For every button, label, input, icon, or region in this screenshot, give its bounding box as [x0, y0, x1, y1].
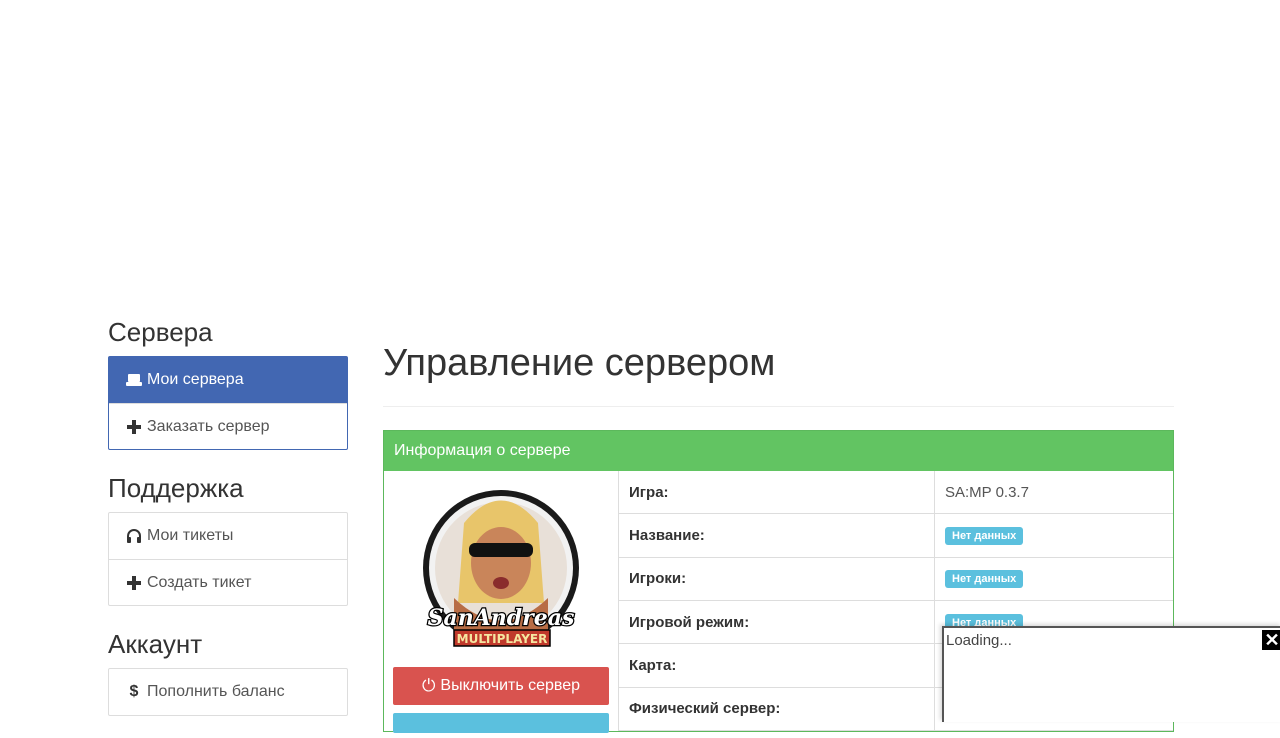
sidebar: Сервера Мои сервера Заказать сервер Подд… — [108, 316, 348, 738]
sidebar-item-order-server[interactable]: Заказать сервер — [109, 403, 347, 449]
svg-text:SanAndreas: SanAndreas — [428, 605, 575, 631]
sidebar-item-create-ticket[interactable]: Создать тикет — [109, 559, 347, 605]
row-label: Игра: — [619, 471, 935, 515]
sidebar-item-my-tickets[interactable]: Мои тикеты — [109, 513, 347, 559]
status-badge: Нет данных — [945, 570, 1024, 589]
loading-text: Loading... — [946, 632, 1012, 649]
section-title-account: Аккаунт — [108, 629, 203, 659]
sidebar-item-label: Мои тикеты — [147, 527, 234, 544]
server-logo-column: SanAndreas MULTIPLAYER ⏻ Выключить серве… — [384, 471, 619, 733]
panel-heading: Информация о сервере — [384, 431, 1173, 471]
support-menu: Мои тикеты Создать тикет — [108, 512, 348, 606]
account-menu: $ Пополнить баланс — [108, 668, 348, 716]
headphones-icon — [126, 528, 142, 544]
sidebar-item-label: Пополнить баланс — [147, 683, 285, 700]
section-title-servers: Сервера — [108, 317, 213, 347]
stop-server-button[interactable]: ⏻ Выключить сервер — [393, 667, 609, 705]
row-label: Игровой режим: — [619, 600, 935, 645]
sidebar-item-label: Заказать сервер — [147, 417, 270, 435]
svg-text:MULTIPLAYER: MULTIPLAYER — [457, 632, 548, 646]
dollar-icon: $ — [129, 683, 139, 700]
section-title-support: Поддержка — [108, 473, 244, 503]
status-badge: Нет данных — [945, 526, 1024, 545]
close-icon[interactable]: ✕ — [1262, 630, 1280, 650]
row-value: Нет данных — [934, 513, 1173, 558]
row-label: Карта: — [619, 643, 935, 688]
table-row: Игра: SA:MP 0.3.7 — [619, 471, 1173, 515]
sidebar-item-my-servers[interactable]: Мои сервера — [109, 357, 347, 403]
power-icon: ⏻ — [421, 676, 436, 695]
plus-icon — [126, 419, 142, 434]
secondary-action-button[interactable] — [393, 713, 609, 733]
sidebar-item-top-up-balance[interactable]: $ Пополнить баланс — [109, 669, 347, 715]
row-value: SA:MP 0.3.7 — [934, 471, 1173, 515]
table-row: Название: Нет данных — [619, 513, 1173, 558]
sidebar-item-label: Создать тикет — [147, 573, 252, 591]
row-label: Название: — [619, 513, 935, 558]
page-title: Управление сервером — [383, 342, 776, 384]
servers-menu: Мои сервера Заказать сервер — [108, 356, 348, 450]
plus-icon — [126, 575, 142, 590]
sidebar-item-label: Мои сервера — [147, 371, 244, 388]
row-label: Игроки: — [619, 557, 935, 601]
drive-icon — [126, 373, 142, 387]
divider — [383, 406, 1174, 407]
row-value: Нет данных — [934, 557, 1173, 601]
row-label: Физический сервер: — [619, 687, 935, 732]
table-row: Игроки: Нет данных — [619, 557, 1173, 601]
stop-server-label: Выключить сервер — [440, 677, 581, 694]
samp-logo-icon: SanAndreas MULTIPLAYER — [423, 490, 579, 647]
loading-popup: Loading... ✕ — [942, 626, 1280, 722]
